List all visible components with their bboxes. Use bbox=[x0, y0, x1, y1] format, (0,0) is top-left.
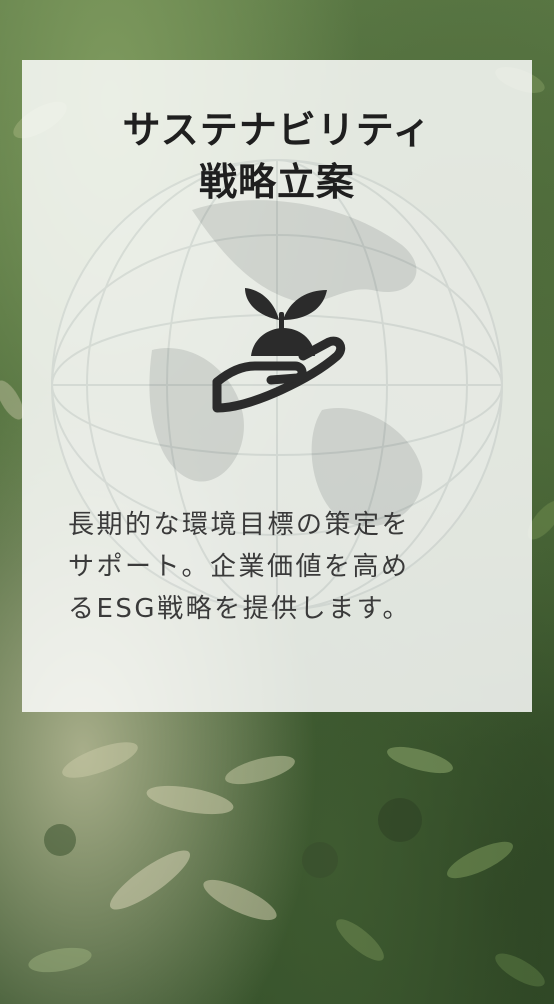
service-card: サステナビリティ 戦略立案 長期的な環境目標の策定を サポート。企業価値を高め … bbox=[22, 60, 532, 712]
card-description: 長期的な環境目標の策定を サポート。企業価値を高め るESG戦略を提供します。 bbox=[68, 504, 498, 630]
card-title: サステナビリティ 戦略立案 bbox=[22, 104, 532, 208]
card-title-line-1: サステナビリティ bbox=[122, 108, 432, 152]
hand-holding-sprout-icon bbox=[212, 288, 346, 413]
card-description-line-1: 長期的な環境目標の策定を bbox=[68, 510, 411, 540]
card-title-line-2: 戦略立案 bbox=[198, 160, 355, 204]
card-description-line-2: サポート。企業価値を高め bbox=[68, 552, 410, 582]
card-description-line-3: るESG戦略を提供します。 bbox=[68, 594, 411, 624]
